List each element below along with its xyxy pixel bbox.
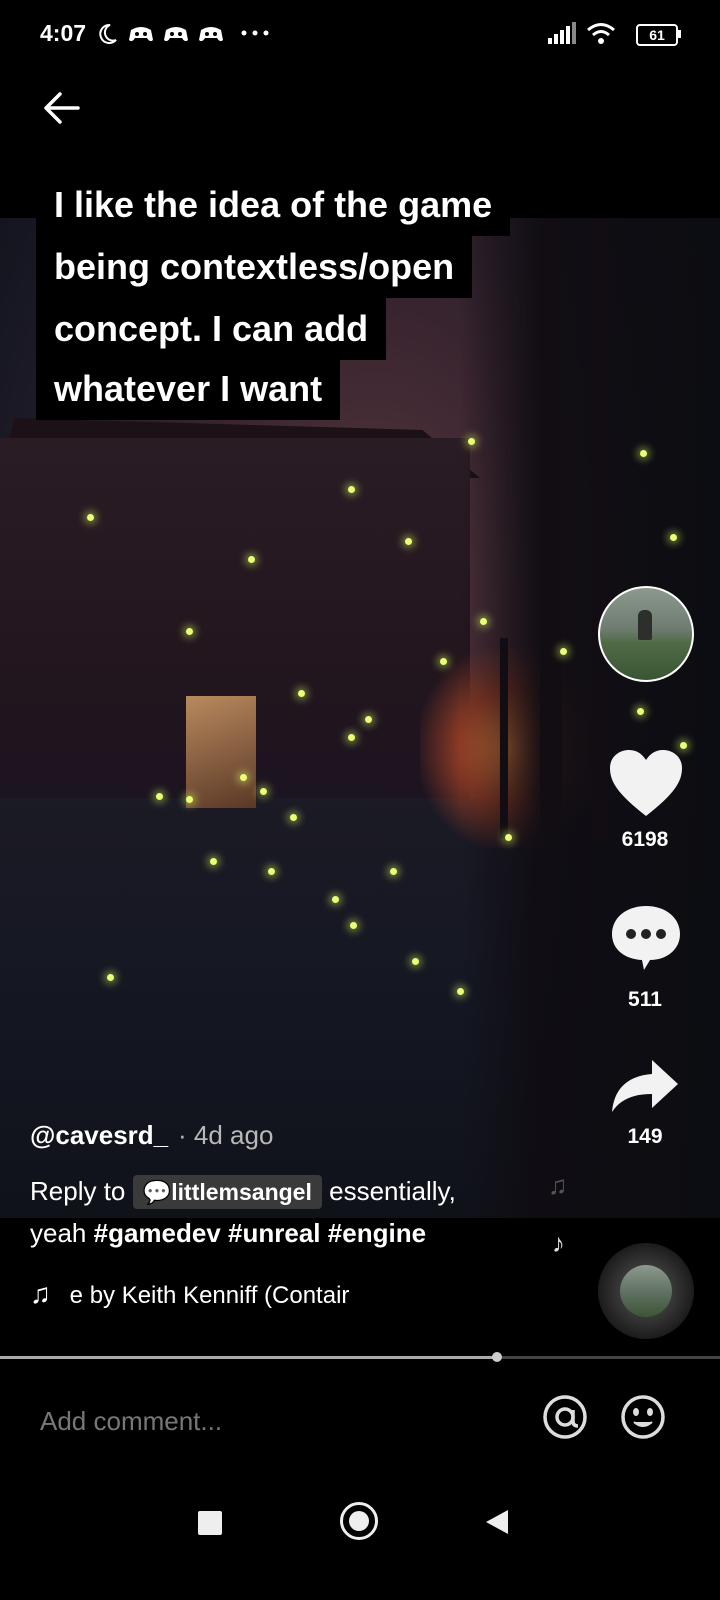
video-window xyxy=(186,696,256,808)
share-icon[interactable] xyxy=(610,1058,680,1114)
music-icon: ♫ xyxy=(30,1278,51,1309)
firefly xyxy=(107,974,114,981)
firefly xyxy=(348,486,355,493)
firefly xyxy=(365,716,372,723)
game-icon xyxy=(129,27,153,42)
post-age: · 4d ago xyxy=(178,1120,274,1150)
firefly xyxy=(240,774,247,781)
mention-chip[interactable]: 💬littlemsangel xyxy=(132,1175,322,1209)
comment-input[interactable] xyxy=(38,1400,522,1442)
tree-trunk xyxy=(500,638,508,838)
music-note-icon: ♫ xyxy=(548,1170,568,1200)
caption-line: concept. I can add xyxy=(36,298,387,360)
comment-icon[interactable] xyxy=(610,904,682,970)
creator-avatar[interactable] xyxy=(598,586,694,682)
moon-icon xyxy=(99,23,117,44)
firefly xyxy=(640,450,647,457)
mention-at-icon[interactable] xyxy=(542,1394,588,1440)
reply-to-label: Reply to xyxy=(30,1176,126,1206)
tree-trunk xyxy=(590,218,606,838)
firefly xyxy=(468,438,475,445)
firefly xyxy=(260,788,267,795)
firefly xyxy=(186,796,193,803)
caption-line: being contextless/open xyxy=(36,236,473,298)
firefly xyxy=(268,868,275,875)
heart-icon[interactable] xyxy=(610,750,682,818)
emoji-icon[interactable] xyxy=(620,1394,666,1440)
hashtag[interactable]: #unreal xyxy=(228,1218,321,1248)
firefly xyxy=(290,814,297,821)
description-text: yeah xyxy=(30,1218,87,1248)
signal-icon xyxy=(548,22,576,44)
firefly xyxy=(350,922,357,929)
battery-icon: 61 xyxy=(636,24,678,46)
firefly xyxy=(390,868,397,875)
game-icon xyxy=(199,27,223,42)
description-text: essentially, xyxy=(329,1176,456,1206)
firefly xyxy=(457,988,464,995)
status-bar: 4:07 61 xyxy=(0,0,720,70)
firefly xyxy=(87,514,94,521)
avatar-figure xyxy=(638,610,652,640)
firefly xyxy=(405,538,412,545)
home-button-dot xyxy=(349,1511,369,1531)
more-icon xyxy=(241,30,269,36)
wifi-icon xyxy=(587,23,615,44)
tree-trunk xyxy=(540,218,562,838)
back-arrow-icon[interactable] xyxy=(38,84,86,132)
share-count: 149 xyxy=(627,1125,663,1148)
hashtag[interactable]: #gamedev xyxy=(94,1218,221,1248)
progress-fill xyxy=(0,1356,497,1359)
mention-name: littlemsangel xyxy=(171,1179,312,1205)
firefly xyxy=(440,658,447,665)
recents-button[interactable] xyxy=(198,1511,222,1535)
firefly xyxy=(348,734,355,741)
caption-line: I like the idea of the game xyxy=(36,174,511,236)
post-description: Reply to 💬littlemsangel essentially, yea… xyxy=(30,1170,550,1254)
music-disc[interactable] xyxy=(598,1243,694,1339)
firefly xyxy=(412,958,419,965)
caption-line: whatever I want xyxy=(36,358,341,420)
music-note-icon: ♪ xyxy=(552,1228,565,1258)
status-time: 4:07 xyxy=(40,20,87,46)
hashtag[interactable]: #engine xyxy=(328,1218,426,1248)
firefly xyxy=(186,628,193,635)
firefly xyxy=(210,858,217,865)
firefly xyxy=(505,834,512,841)
firefly xyxy=(560,648,567,655)
firefly xyxy=(670,534,677,541)
firefly xyxy=(248,556,255,563)
firefly xyxy=(156,793,163,800)
song-row[interactable]: ♫ e by Keith Kenniff (Contair xyxy=(30,1278,349,1310)
firefly xyxy=(637,708,644,715)
song-title: e by Keith Kenniff (Contair xyxy=(69,1282,350,1309)
firefly xyxy=(680,742,687,749)
comment-count: 511 xyxy=(628,988,662,1011)
firefly xyxy=(298,690,305,697)
post-username[interactable]: @cavesrd_ xyxy=(30,1120,168,1151)
progress-handle[interactable] xyxy=(491,1352,502,1362)
firefly xyxy=(480,618,487,625)
disc-cover xyxy=(620,1265,672,1317)
game-icon xyxy=(164,27,188,42)
firefly xyxy=(332,896,339,903)
like-count: 6198 xyxy=(621,828,669,851)
battery-tip xyxy=(678,30,681,38)
nav-back-button[interactable] xyxy=(484,1508,510,1536)
chat-bubble-icon: 💬 xyxy=(142,1179,172,1205)
